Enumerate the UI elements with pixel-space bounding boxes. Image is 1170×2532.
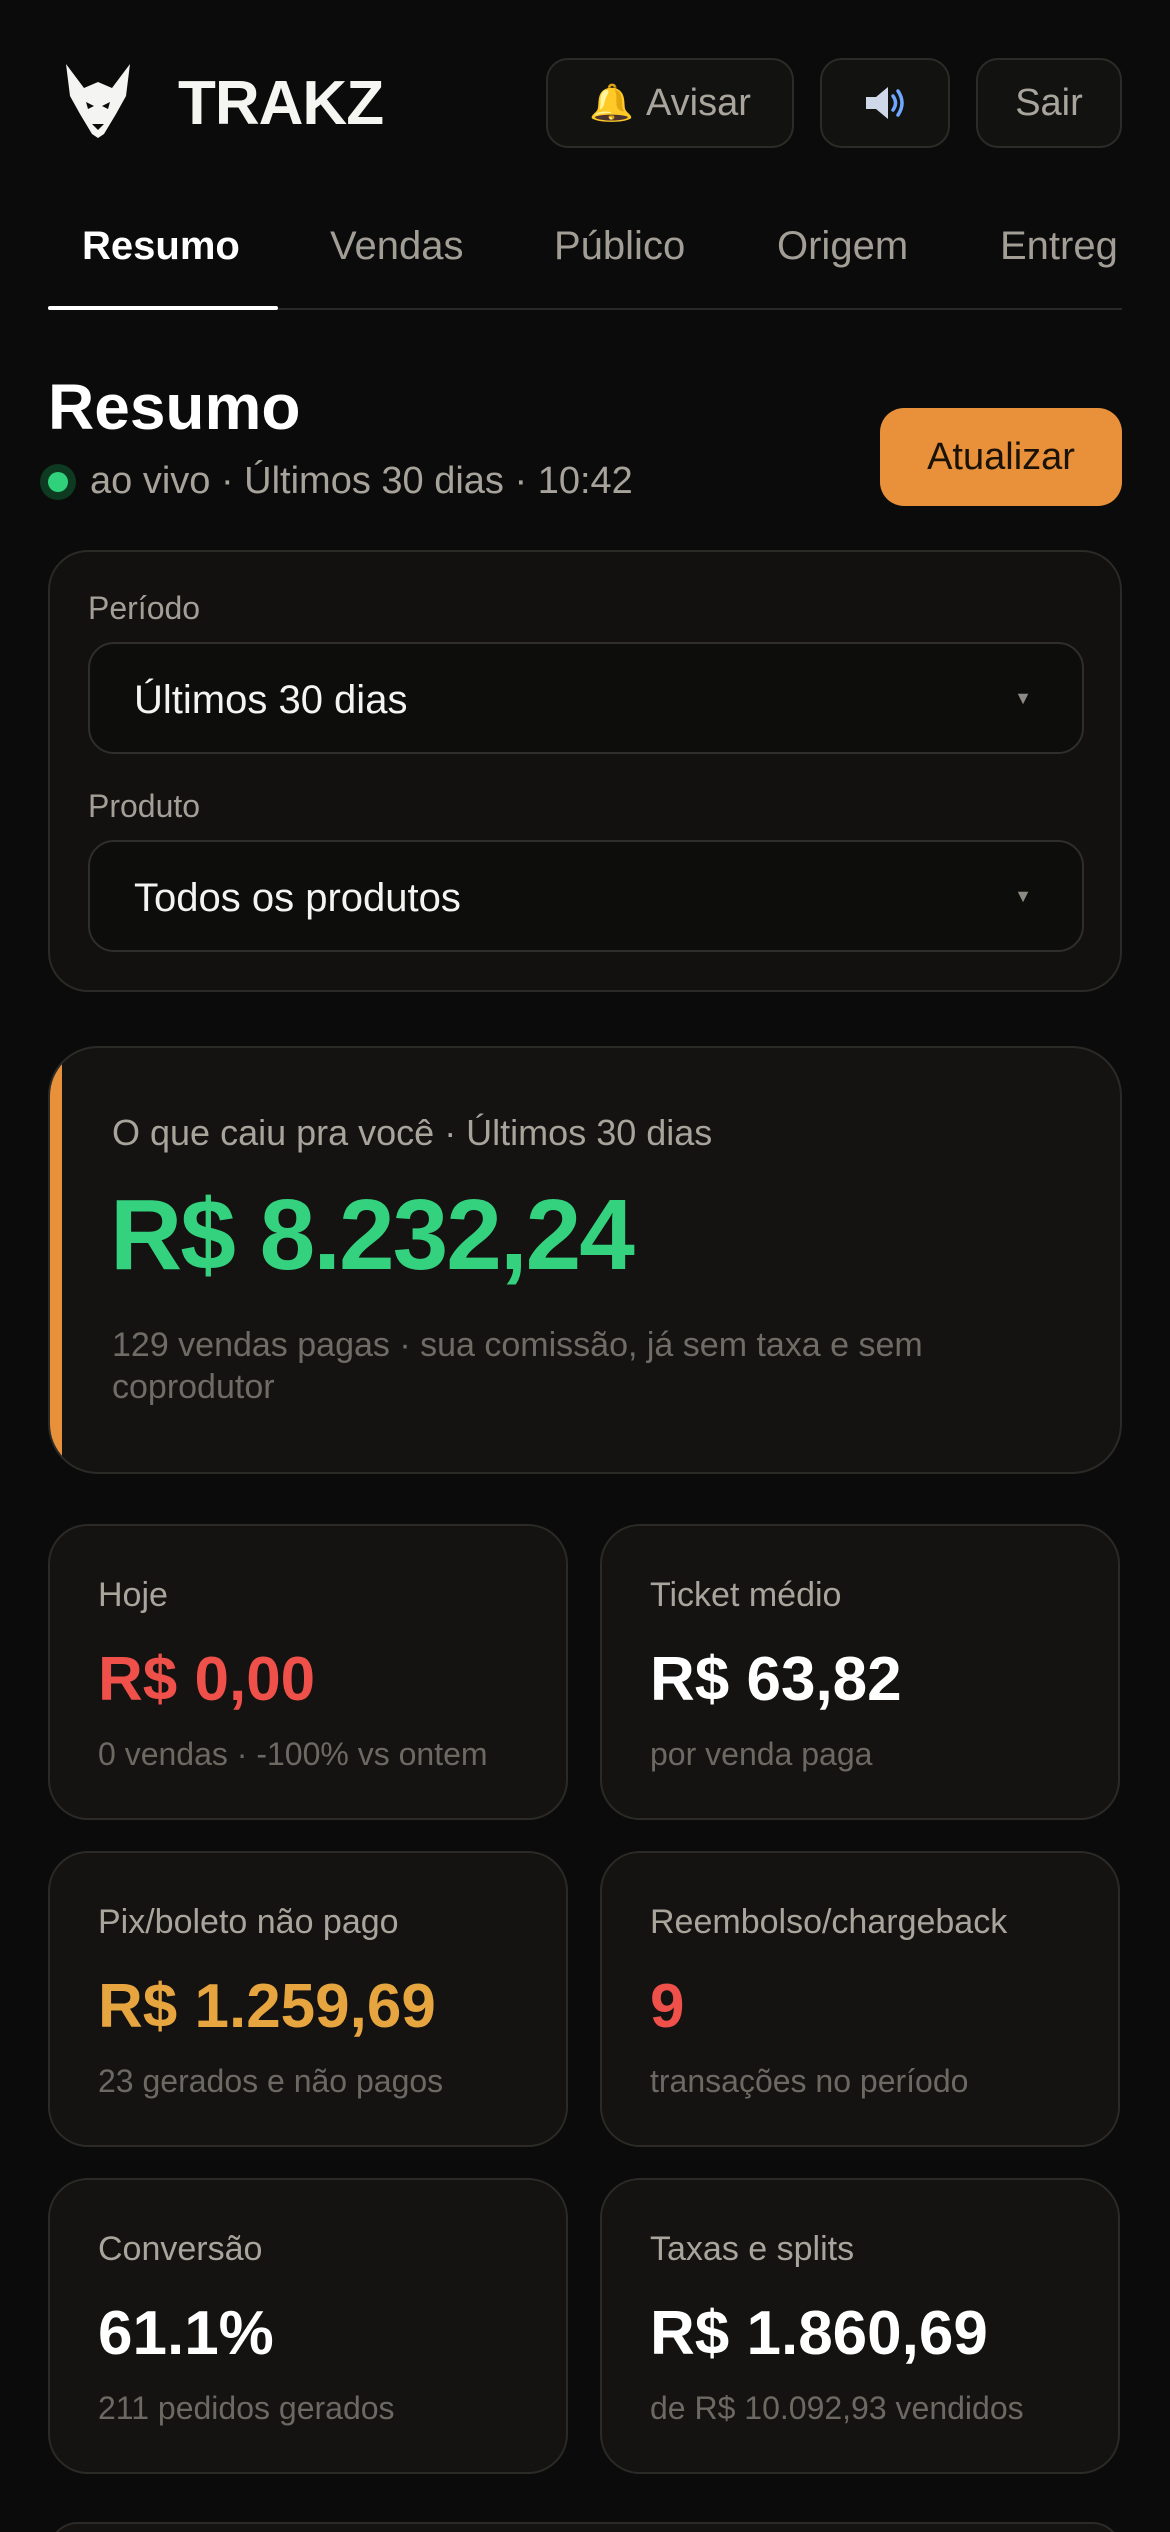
card-sub: 211 pedidos gerados — [98, 2390, 395, 2426]
hero-accent-bar — [50, 1048, 62, 1472]
hero-value: R$ 8.232,24 — [110, 1179, 635, 1291]
notify-label: Avisar — [645, 81, 751, 124]
tab-vendas[interactable]: Vendas — [330, 224, 463, 269]
card-label: Conversão — [98, 2230, 263, 2268]
card-label: Taxas e splits — [650, 2230, 855, 2268]
tab-publico[interactable]: Público — [554, 224, 685, 269]
card-value: R$ 0,00 — [98, 1645, 316, 1714]
card-value: R$ 63,82 — [650, 1645, 902, 1714]
chevron-down-icon: ▼ — [1014, 886, 1032, 906]
card-sub: 0 vendas · -100% vs ontem — [98, 1736, 488, 1772]
card-sub: transações no período — [650, 2063, 969, 2099]
speaker-icon — [866, 87, 904, 119]
card-sub: 23 gerados e não pagos — [98, 2063, 444, 2099]
notify-button[interactable]: 🔔 Avisar — [546, 58, 794, 148]
brand-name: TRAKZ — [178, 69, 384, 138]
app-header: TRAKZ 🔔 Avisar Sair — [48, 52, 1122, 152]
page-title: Resumo — [48, 371, 301, 443]
tab-origem[interactable]: Origem — [777, 224, 908, 269]
hero-note: 129 vendas pagas · sua comissão, já sem … — [112, 1326, 923, 1406]
product-select[interactable]: Todos os produtos ▼ — [88, 840, 1084, 952]
period-value: Últimos 30 dias — [134, 678, 408, 722]
card-value: 9 — [650, 1972, 685, 2041]
metric-card-ticket: Ticket médio R$ 63,82 por venda paga — [600, 1524, 1120, 1820]
card-label: Ticket médio — [650, 1576, 842, 1614]
next-section-card — [48, 2522, 1122, 2532]
metric-card-fees: Taxas e splits R$ 1.860,69 de R$ 10.092,… — [600, 2178, 1120, 2474]
chevron-down-icon: ▼ — [1014, 688, 1032, 708]
tab-resumo[interactable]: Resumo — [82, 224, 240, 269]
logout-label: Sair — [1015, 81, 1083, 124]
metric-card-today: Hoje R$ 0,00 0 vendas · -100% vs ontem — [48, 1524, 568, 1820]
period-label: Período — [88, 590, 201, 626]
product-value: Todos os produtos — [134, 876, 461, 920]
live-dot-icon — [40, 463, 76, 500]
metric-card-unpaid: Pix/boleto não pago R$ 1.259,69 23 gerad… — [48, 1851, 568, 2147]
fox-logo-icon — [66, 64, 130, 138]
card-value: R$ 1.259,69 — [98, 1972, 436, 2041]
logout-button[interactable]: Sair — [976, 58, 1122, 148]
hero-label: O que caiu pra você · Últimos 30 dias — [112, 1112, 713, 1153]
bell-icon: 🔔 — [589, 82, 634, 123]
metric-card-refunds: Reembolso/chargeback 9 transações no per… — [600, 1851, 1120, 2147]
status-text: ao vivo · Últimos 30 dias · 10:42 — [90, 460, 633, 502]
card-sub: por venda paga — [650, 1736, 873, 1772]
tab-entregas[interactable]: Entreg — [1000, 224, 1118, 269]
earnings-hero-card: O que caiu pra você · Últimos 30 dias R$… — [48, 1046, 1122, 1474]
card-label: Hoje — [98, 1576, 168, 1614]
card-value: 61.1% — [98, 2299, 274, 2368]
card-label: Pix/boleto não pago — [98, 1903, 399, 1941]
refresh-button[interactable]: Atualizar — [880, 408, 1122, 506]
card-value: R$ 1.860,69 — [650, 2299, 988, 2368]
sound-toggle-button[interactable] — [820, 58, 950, 148]
card-sub: de R$ 10.092,93 vendidos — [650, 2390, 1024, 2426]
filters-panel: Período Últimos 30 dias ▼ Produto Todos … — [48, 550, 1122, 992]
tab-bar: Resumo Vendas Público Origem Entreg — [48, 200, 1122, 310]
active-tab-indicator — [48, 306, 278, 310]
period-select[interactable]: Últimos 30 dias ▼ — [88, 642, 1084, 754]
metric-card-conversion: Conversão 61.1% 211 pedidos gerados — [48, 2178, 568, 2474]
live-status: ao vivo · Últimos 30 dias · 10:42 — [40, 460, 633, 503]
card-label: Reembolso/chargeback — [650, 1903, 1008, 1941]
product-label: Produto — [88, 788, 201, 824]
